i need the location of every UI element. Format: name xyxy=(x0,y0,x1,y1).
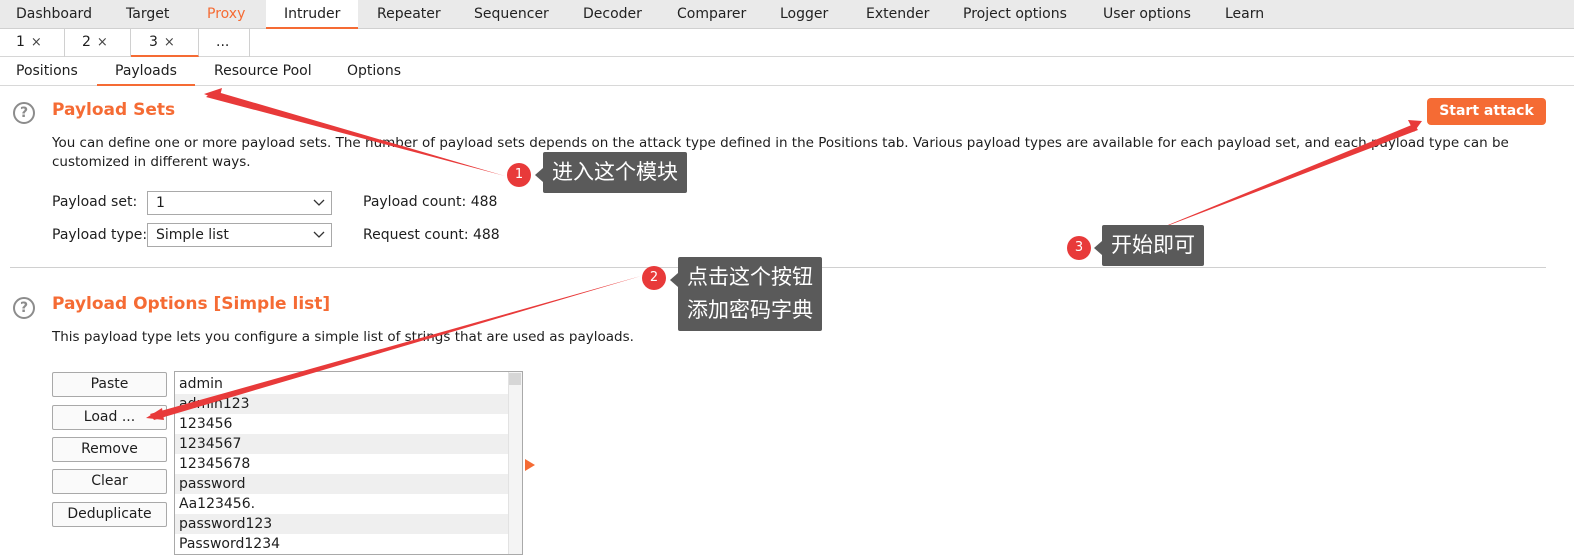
payload-list[interactable]: admin admin123 123456 1234567 12345678 p… xyxy=(174,371,523,555)
tab-logger[interactable]: Logger xyxy=(780,0,828,29)
tab-target[interactable]: Target xyxy=(126,0,169,29)
scrollbar-thumb[interactable] xyxy=(509,373,521,385)
chevron-down-icon xyxy=(313,199,325,206)
payload-set-label: Payload set: xyxy=(52,194,138,210)
annotation-tooltip-1: 进入这个模块 xyxy=(535,152,687,193)
arrow-head-icon xyxy=(1408,120,1422,132)
payload-type-select[interactable]: Simple list xyxy=(147,223,332,247)
annotation-tooltip-3: 开始即可 xyxy=(1094,225,1204,266)
tab-resource-pool[interactable]: Resource Pool xyxy=(214,57,312,86)
tab-repeater[interactable]: Repeater xyxy=(377,0,441,29)
tab-project-options[interactable]: Project options xyxy=(963,0,1067,29)
instance-tab-label: 3 xyxy=(149,34,158,50)
list-item[interactable]: password xyxy=(175,474,509,494)
tab-proxy[interactable]: Proxy xyxy=(207,0,245,29)
tab-positions[interactable]: Positions xyxy=(16,57,78,86)
load-button[interactable]: Load ... xyxy=(52,405,167,430)
help-icon[interactable]: ? xyxy=(13,102,35,124)
payload-count: Payload count: 488 xyxy=(363,194,498,210)
instance-tab-label: 1 xyxy=(16,34,25,50)
tab-options[interactable]: Options xyxy=(347,57,401,86)
instance-tab-label: 2 xyxy=(82,34,91,50)
list-item[interactable]: password123 xyxy=(175,514,509,534)
chevron-down-icon xyxy=(313,231,325,238)
payload-type-value: Simple list xyxy=(156,227,229,243)
paste-button[interactable]: Paste xyxy=(52,372,167,397)
payload-sets-description: You can define one or more payload sets.… xyxy=(52,135,1509,170)
list-item[interactable]: 12345678 xyxy=(175,454,509,474)
payload-set-value: 1 xyxy=(156,195,165,211)
instance-tab-2[interactable]: 2 × xyxy=(65,29,131,57)
annotation-badge-2: 2 xyxy=(642,266,666,290)
tab-payloads[interactable]: Payloads xyxy=(97,57,195,86)
list-item[interactable]: 1234567 xyxy=(175,434,509,454)
arrow-head-icon xyxy=(204,88,222,100)
list-item[interactable]: Password1234 xyxy=(175,534,509,554)
list-item[interactable]: 123456 xyxy=(175,414,509,434)
tab-learn[interactable]: Learn xyxy=(1225,0,1264,29)
close-icon[interactable]: × xyxy=(164,35,175,50)
annotation-tooltip-2: 点击这个按钮 添加密码字典 xyxy=(670,257,822,331)
instance-tab-label: ... xyxy=(216,34,230,50)
intruder-instance-tabs: 1 × 2 × 3 × ... xyxy=(0,29,1574,57)
clear-button[interactable]: Clear xyxy=(52,469,167,494)
intruder-sub-tabs: Positions Payloads Resource Pool Options xyxy=(0,57,1574,86)
list-item[interactable]: admin123 xyxy=(175,394,509,414)
expand-arrow-icon[interactable] xyxy=(525,459,535,471)
instance-tab-1[interactable]: 1 × xyxy=(0,29,65,57)
payload-set-select[interactable]: 1 xyxy=(147,191,332,215)
new-instance-tab[interactable]: ... xyxy=(199,29,250,57)
list-item[interactable]: Aa123456. xyxy=(175,494,509,514)
list-scrollbar[interactable] xyxy=(508,372,522,554)
deduplicate-button[interactable]: Deduplicate xyxy=(52,502,167,527)
tab-decoder[interactable]: Decoder xyxy=(583,0,642,29)
close-icon[interactable]: × xyxy=(31,35,42,50)
tab-dashboard[interactable]: Dashboard xyxy=(16,0,92,29)
tab-user-options[interactable]: User options xyxy=(1103,0,1191,29)
request-count: Request count: 488 xyxy=(363,227,500,243)
tab-intruder[interactable]: Intruder xyxy=(266,0,358,29)
close-icon[interactable]: × xyxy=(97,35,108,50)
help-icon[interactable]: ? xyxy=(13,297,35,319)
list-item[interactable]: admin xyxy=(175,374,509,394)
annotation-badge-3: 3 xyxy=(1067,236,1091,260)
tab-extender[interactable]: Extender xyxy=(866,0,929,29)
instance-tab-3[interactable]: 3 × xyxy=(131,29,199,57)
main-menu-tabs: Dashboard Target Proxy Intruder Repeater… xyxy=(0,0,1574,29)
payload-sets-title: Payload Sets xyxy=(52,100,176,120)
tab-comparer[interactable]: Comparer xyxy=(677,0,746,29)
start-attack-button[interactable]: Start attack xyxy=(1427,98,1546,125)
annotation-badge-1: 1 xyxy=(507,163,531,187)
tab-sequencer[interactable]: Sequencer xyxy=(474,0,549,29)
payload-type-label: Payload type: xyxy=(52,227,148,243)
remove-button[interactable]: Remove xyxy=(52,437,167,462)
payload-options-title: Payload Options [Simple list] xyxy=(52,294,331,314)
